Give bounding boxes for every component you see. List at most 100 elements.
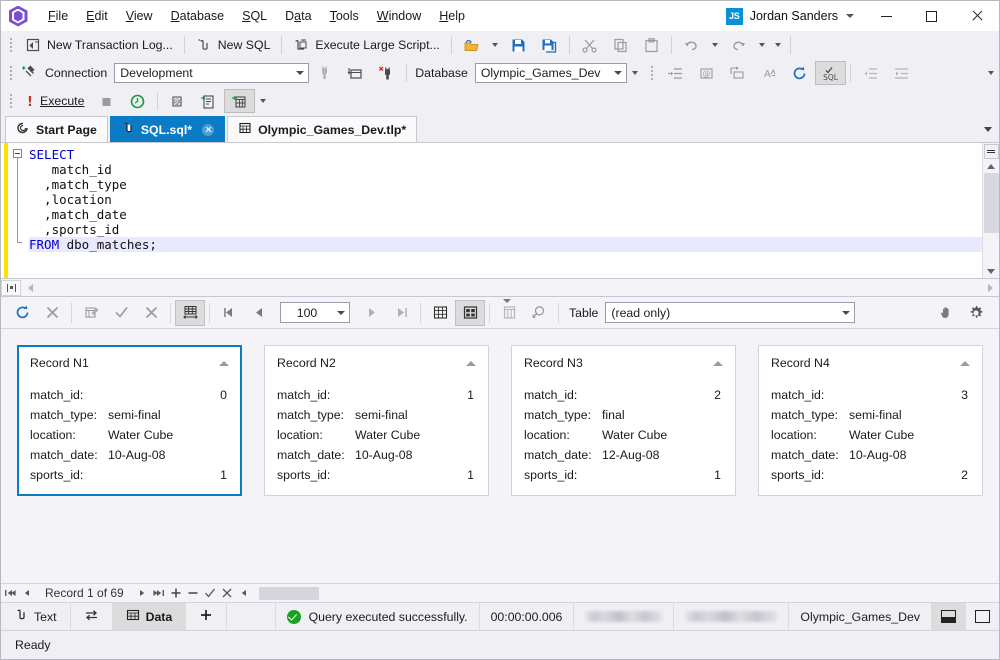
grid-settings-button[interactable] [961,300,991,326]
new-sql-button[interactable]: New SQL [189,33,278,57]
chevron-down-icon[interactable] [838,311,854,315]
toggle-results-button[interactable] [71,602,113,631]
splitter-grip[interactable] [1,279,21,296]
record-field-value[interactable]: 10-Aug-08 [849,445,970,465]
grid-toolbar-collapse-icon[interactable] [499,296,515,305]
record-field-value[interactable]: semi-final [849,405,970,425]
toggle-bottom-panel-button[interactable] [931,602,965,631]
record-field-value[interactable]: 0 [108,385,229,405]
cut-button[interactable] [574,33,605,57]
sql-editor[interactable]: SELECT match_id ,match_type ,location ,m… [1,143,999,279]
commit-changes-button[interactable] [106,300,136,326]
chevron-down-icon[interactable] [610,71,626,75]
record-field-value[interactable]: 10-Aug-08 [108,445,229,465]
toolbar-grip[interactable] [6,92,15,110]
add-record-button[interactable] [168,585,185,602]
disconnect-all-button[interactable] [371,61,402,85]
record-card[interactable]: Record N4 match_id: 3 match_type: semi-final… [758,345,983,496]
chevron-down-icon[interactable] [292,71,308,75]
refresh-data-button[interactable] [7,300,37,326]
execute-dropdown-icon[interactable] [260,99,267,103]
editor-vertical-scrollbar[interactable] [982,143,999,278]
edit-data-button[interactable] [76,300,106,326]
execute-large-script-button[interactable]: Execute Large Script... [286,33,446,57]
record-field-value[interactable]: 1 [355,385,476,405]
menu-item-database[interactable]: Database [162,6,234,26]
execute-to-table-button[interactable] [224,89,256,113]
undo-button[interactable] [676,33,707,57]
tab-olympic-games-dev-tlp[interactable]: Olympic_Games_Dev.tlp* [227,116,418,142]
maximize-button[interactable] [909,1,954,31]
scroll-up-icon[interactable] [984,159,999,173]
record-field-value[interactable]: Water Cube [355,425,476,445]
record-card[interactable]: Record N1 match_id: 0 match_type: semi-final… [17,345,242,496]
open-file-dropdown-icon[interactable] [491,43,498,47]
editor-grid-splitter[interactable] [1,279,999,297]
record-field-value[interactable]: 10-Aug-08 [355,445,476,465]
menu-item-window[interactable]: Window [368,6,430,26]
menu-item-data[interactable]: Data [276,6,320,26]
previous-page-button[interactable] [244,300,274,326]
new-transaction-log-button[interactable]: New Transaction Log... [18,33,180,57]
menu-item-view[interactable]: View [117,6,162,26]
open-file-button[interactable] [456,33,487,57]
accept-record-button[interactable] [202,585,219,602]
last-page-button[interactable] [386,300,416,326]
stop-button[interactable] [91,89,122,113]
rename-alias-button[interactable] [722,61,753,85]
record-card[interactable]: Record N3 match_id: 2 match_type: final locat… [511,345,736,496]
toolbar-grip[interactable] [6,64,15,82]
toolbar-overflow-icon[interactable] [774,43,781,47]
connection-toolbar-overflow-icon[interactable] [988,71,994,75]
tab-start-page[interactable]: Start Page [5,116,108,142]
sql-code-text[interactable]: SELECT match_id ,match_type ,location ,m… [27,143,982,278]
copy-button[interactable] [605,33,636,57]
record-horizontal-scrollbar[interactable] [258,586,319,600]
last-record-button[interactable] [151,585,168,602]
record-field-value[interactable]: 12-Aug-08 [602,445,723,465]
paste-button[interactable] [636,33,667,57]
record-field-value[interactable]: semi-final [108,405,229,425]
close-icon[interactable] [202,123,215,136]
page-size-input[interactable]: 100 [280,302,350,323]
new-connection-icon[interactable] [20,64,37,82]
switch-to-grid-view-button[interactable] [425,300,455,326]
tab-text-results[interactable]: Text [1,602,71,631]
menu-item-sql[interactable]: SQL [233,6,276,26]
record-field-value[interactable]: Water Cube [108,425,229,445]
record-field-value[interactable]: final [602,405,723,425]
toggle-full-panel-button[interactable] [965,602,999,631]
scroll-down-icon[interactable] [984,264,999,278]
save-all-button[interactable] [534,33,565,57]
user-account[interactable]: JS Jordan Sanders [722,7,842,25]
first-page-button[interactable] [214,300,244,326]
close-button[interactable] [954,1,999,31]
revert-changes-button[interactable] [136,300,166,326]
record-card[interactable]: Record N2 match_id: 1 match_type: semi-final… [264,345,489,496]
format-sql-button[interactable] [660,61,691,85]
tab-sql-sql[interactable]: SQL.sql* [109,116,226,142]
fetch-all-rows-button[interactable] [175,299,205,326]
switch-to-card-view-button[interactable] [455,299,485,326]
execution-history-button[interactable] [122,89,153,113]
menu-item-tools[interactable]: Tools [321,6,368,26]
table-combobox[interactable]: (read only) [605,302,856,323]
scroll-left-icon[interactable] [21,280,39,296]
decrease-indent-button[interactable] [855,61,886,85]
execute-to-grid-button[interactable] [193,89,224,113]
tab-data-results[interactable]: Data [112,602,187,631]
record-field-value[interactable]: Water Cube [602,425,723,445]
undo-dropdown-icon[interactable] [711,43,718,47]
disconnect-button[interactable] [309,61,340,85]
menu-item-edit[interactable]: Edit [77,6,117,26]
record-field-value[interactable]: 1 [108,465,229,485]
toolbar-grip[interactable] [648,64,657,82]
chevron-up-icon[interactable] [219,360,229,366]
redo-dropdown-icon[interactable] [758,43,765,47]
scroll-records-left-icon[interactable] [236,585,253,602]
tab-list-dropdown-icon[interactable] [977,116,999,142]
scrollbar-thumb[interactable] [983,173,999,233]
validate-sql-button[interactable]: SQL [814,61,846,85]
record-field-value[interactable]: 1 [602,465,723,485]
scroll-right-icon[interactable] [981,280,999,296]
